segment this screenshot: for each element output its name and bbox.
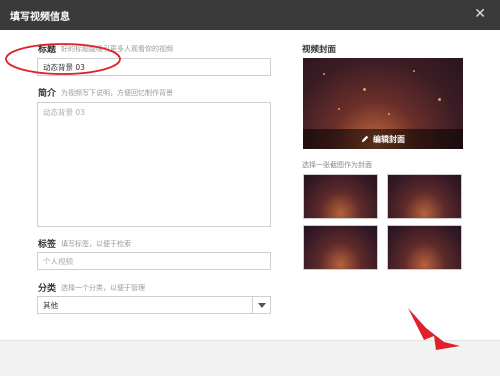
cover-thumbnail[interactable] [387, 174, 462, 219]
intro-textarea[interactable]: 动态背景 03 [37, 102, 271, 227]
intro-label: 简介 [38, 89, 57, 99]
category-hint: 选择一个分类，以便于管理 [61, 284, 145, 292]
cover-title: 视频封面 [302, 45, 337, 55]
dialog-title: 填写视频信息 [10, 12, 70, 23]
cover-thumbnail[interactable] [303, 225, 378, 270]
tags-label: 标签 [38, 240, 57, 250]
title-input[interactable]: 动态背景 03 [37, 58, 271, 76]
video-info-dialog: 填写视频信息 ✕ 标题 好的标题能吸引更多人观看你的视频 动态背景 03 简介 … [0, 0, 500, 376]
pencil-icon [361, 135, 369, 143]
category-select[interactable]: 其他 [37, 296, 271, 314]
category-selected-value: 其他 [43, 300, 58, 310]
cover-thumbnail[interactable] [387, 225, 462, 270]
edit-cover-button[interactable]: 编辑封面 [303, 129, 463, 149]
dialog-titlebar: 填写视频信息 ✕ [0, 0, 500, 30]
intro-hint: 为视频写下说明，方便回忆制作背景 [61, 89, 173, 97]
title-label: 标题 [38, 45, 57, 55]
category-label: 分类 [38, 284, 57, 294]
edit-cover-label: 编辑封面 [373, 134, 405, 144]
close-icon[interactable]: ✕ [474, 6, 486, 22]
tags-input[interactable]: 个人视频 [37, 252, 271, 270]
tags-hint: 填写标签，以便于检索 [61, 240, 131, 248]
chevron-down-icon[interactable] [252, 297, 270, 313]
dialog-footer [0, 340, 500, 376]
thumbnails-hint: 选择一张截图作为封面 [302, 161, 372, 169]
cover-preview: 编辑封面 [303, 58, 463, 149]
cover-thumbnail[interactable] [303, 174, 378, 219]
title-hint: 好的标题能吸引更多人观看你的视频 [61, 45, 173, 53]
